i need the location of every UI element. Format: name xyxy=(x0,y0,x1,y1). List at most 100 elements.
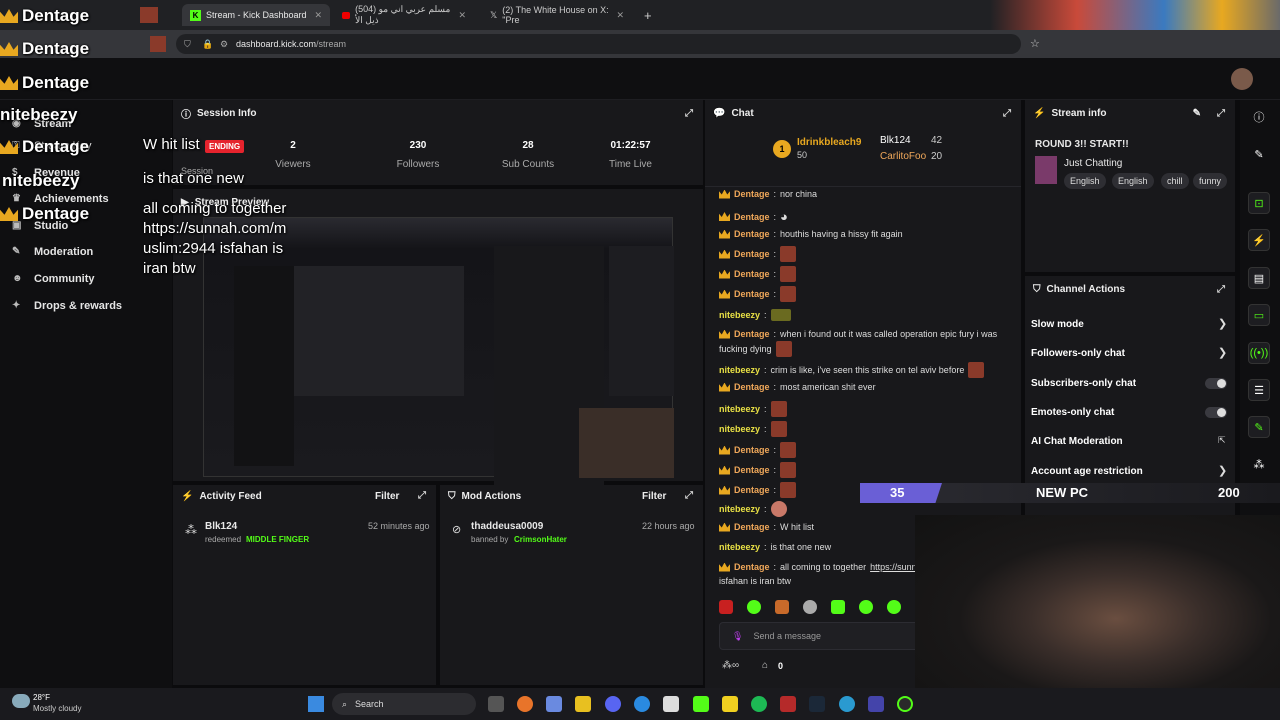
expand-icon[interactable]: ⤢ xyxy=(1003,108,1011,119)
emotes-only-toggle[interactable] xyxy=(1205,407,1227,418)
firefox-icon[interactable] xyxy=(517,696,533,712)
filter-button[interactable]: Filter xyxy=(642,491,666,502)
emote-button[interactable] xyxy=(719,600,733,614)
session-info-panel: ⓘ Session Info ⤢ ENDING Session 2 Viewers 2… xyxy=(173,100,703,185)
gift-icon[interactable]: ⌂ xyxy=(762,660,768,671)
chevron-right-icon[interactable]: ❯ xyxy=(1218,464,1227,477)
telegram-icon[interactable] xyxy=(839,696,855,712)
taskbar-search[interactable]: ⌕ Search xyxy=(332,693,476,715)
emote-button[interactable] xyxy=(887,600,901,614)
star-icon[interactable]: ☆ xyxy=(1030,37,1040,50)
tag[interactable]: English xyxy=(1064,173,1106,189)
close-icon[interactable]: ✕ xyxy=(458,10,466,21)
emote-button[interactable] xyxy=(831,600,845,614)
expand-icon[interactable]: ⤢ xyxy=(685,490,693,501)
activity-time: 52 minutes ago xyxy=(368,521,430,531)
broadcast-icon[interactable]: ((•)) xyxy=(1248,342,1270,364)
edit-icon[interactable]: ✎ xyxy=(1248,143,1270,165)
emote-button[interactable] xyxy=(775,600,789,614)
sidebar-item-community[interactable]: ☻ Community xyxy=(12,273,95,285)
obs-icon[interactable] xyxy=(897,696,913,712)
app-icon[interactable] xyxy=(780,696,796,712)
tag[interactable]: funny xyxy=(1193,173,1228,189)
windows-start-icon[interactable] xyxy=(308,696,324,712)
chat-icon[interactable]: ▭ xyxy=(1248,304,1270,326)
tab-kick-dashboard[interactable]: K Stream - Kick Dashboard ✕ xyxy=(182,4,330,26)
emote xyxy=(780,482,797,498)
chat-message: Dentage: ◕ xyxy=(719,209,788,224)
leader-count: 42 xyxy=(931,135,943,146)
panel-header: ⓘ Session Info ⤢ xyxy=(181,107,693,121)
steam-icon[interactable] xyxy=(809,696,825,712)
capture-icon[interactable]: ⊡ xyxy=(1248,192,1270,214)
edge-icon[interactable] xyxy=(634,696,650,712)
emote-button[interactable] xyxy=(803,600,817,614)
taskview-icon[interactable] xyxy=(488,696,504,712)
tab-youtube[interactable]: (504) مسلم عربي اني مو ذيل الأ ✕ xyxy=(334,4,474,26)
dashboard-header xyxy=(0,58,1280,100)
discord-icon[interactable] xyxy=(605,696,621,712)
mod-time: 22 hours ago xyxy=(642,521,695,531)
user-avatar[interactable] xyxy=(1231,68,1253,90)
filter-button[interactable]: Filter xyxy=(375,491,399,502)
document-icon[interactable]: ▤ xyxy=(1248,267,1270,289)
emote-button[interactable] xyxy=(747,600,761,614)
chat-input[interactable]: 🎙 Send a message xyxy=(719,622,919,650)
sidebar-item-moderation[interactable]: ✎ Moderation xyxy=(12,246,93,258)
action-subscribers-only: Subscribers-only chat xyxy=(1031,378,1137,389)
microphone-icon[interactable]: 🎙 xyxy=(732,631,743,642)
chat-message: nitebeezy: xyxy=(719,309,791,321)
edit-icon[interactable]: ✎ xyxy=(1193,108,1201,119)
close-icon[interactable]: ✕ xyxy=(314,10,322,21)
tag[interactable]: chill xyxy=(1161,173,1189,189)
expand-icon[interactable]: ⤢ xyxy=(685,108,693,119)
url-field[interactable]: ⛉ 🔒 ⚙ dashboard.kick.com/stream xyxy=(176,34,1021,54)
wrench-icon[interactable]: ✎ xyxy=(1248,416,1270,438)
app-icon[interactable] xyxy=(868,696,884,712)
layout-icon[interactable]: ☰ xyxy=(1248,379,1270,401)
crown-icon xyxy=(719,189,730,199)
action-ai-moderation[interactable]: AI Chat Moderation xyxy=(1031,436,1123,447)
emote-button[interactable] xyxy=(859,600,873,614)
notes-icon[interactable] xyxy=(722,696,738,712)
loop-icon[interactable]: ⁂∞ xyxy=(722,660,739,671)
store-icon[interactable] xyxy=(663,696,679,712)
info-icon[interactable]: ⓘ xyxy=(1248,106,1270,128)
expand-icon[interactable]: ⤢ xyxy=(1217,108,1225,119)
subscribers-only-toggle[interactable] xyxy=(1205,378,1227,389)
app-icon[interactable] xyxy=(546,696,562,712)
webcam-thumbnail xyxy=(579,408,674,478)
emote xyxy=(780,266,797,282)
new-tab-button[interactable]: + xyxy=(636,4,656,26)
chat-message: nitebeezy: xyxy=(719,401,787,417)
crown-icon xyxy=(719,382,730,392)
goal-label: NEW PC xyxy=(1036,485,1088,500)
action-account-age[interactable]: Account age restriction xyxy=(1031,466,1143,477)
expand-icon[interactable]: ⤢ xyxy=(1217,284,1225,295)
close-icon[interactable]: ✕ xyxy=(616,10,624,21)
apps-icon[interactable]: ⁂ xyxy=(1248,453,1270,475)
sidebar-item-drops[interactable]: ✦ Drops & rewards xyxy=(12,300,122,312)
action-followers-only[interactable]: Followers-only chat xyxy=(1031,348,1125,359)
shield-icon: ⛉ xyxy=(184,38,191,49)
chevron-right-icon[interactable]: ❯ xyxy=(1218,317,1227,330)
folder-icon[interactable] xyxy=(575,696,591,712)
tag[interactable]: English xyxy=(1112,173,1154,189)
chevron-right-icon[interactable]: ❯ xyxy=(1218,346,1227,359)
external-link-icon[interactable]: ⇱ xyxy=(1218,435,1226,446)
action-emotes-only: Emotes-only chat xyxy=(1031,407,1115,418)
expand-icon[interactable]: ⤢ xyxy=(418,490,426,501)
crown-icon xyxy=(719,522,730,532)
stream-title: ROUND 3!! START!! xyxy=(1035,139,1129,150)
chat-link[interactable]: https://sunna xyxy=(870,562,922,572)
crown-icon xyxy=(719,445,730,455)
tab-x[interactable]: 𝕏 (2) The White House on X: "Pre ✕ xyxy=(482,4,632,26)
overlay-name: Dentage xyxy=(0,6,89,26)
spotify-icon[interactable] xyxy=(751,696,767,712)
chat-message: Dentage: xyxy=(719,246,797,262)
crown-icon xyxy=(719,249,730,259)
action-slow-mode[interactable]: Slow mode xyxy=(1031,319,1084,330)
kick-icon[interactable] xyxy=(693,696,709,712)
lightning-icon[interactable]: ⚡ xyxy=(1248,229,1270,251)
chat-message: Dentage: xyxy=(719,286,797,302)
